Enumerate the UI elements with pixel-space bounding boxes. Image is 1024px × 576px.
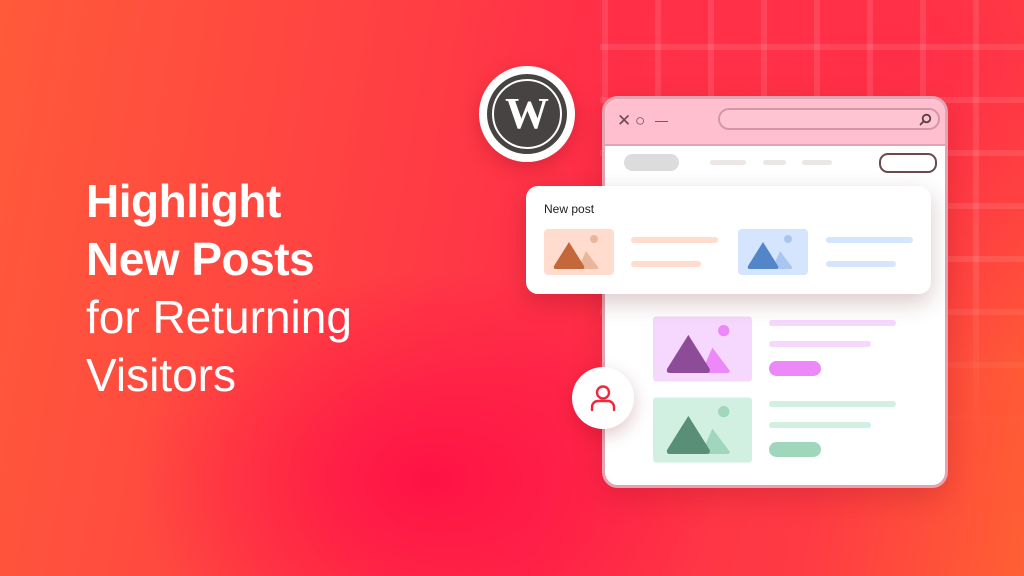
- nav-link-placeholder: [763, 160, 786, 165]
- svg-text:W: W: [505, 89, 549, 138]
- image-placeholder-icon: [653, 316, 752, 382]
- new-post-title: New post: [544, 202, 595, 216]
- image-placeholder-icon: [738, 229, 808, 275]
- close-icon[interactable]: ✕: [617, 112, 631, 129]
- new-post-card[interactable]: New post: [526, 186, 931, 294]
- text-line-placeholder: [769, 401, 896, 407]
- circle-icon[interactable]: ○: [635, 112, 645, 129]
- text-line-placeholder: [826, 261, 896, 267]
- search-icon[interactable]: [919, 113, 932, 126]
- wordpress-logo-badge: W: [479, 66, 575, 162]
- user-icon: [590, 385, 616, 412]
- nav-link-placeholder: [802, 160, 832, 165]
- headline: Highlight New Posts for Returning Visito…: [86, 172, 352, 404]
- read-more-button-placeholder[interactable]: [769, 361, 821, 376]
- post-thumbnail-orange: [544, 229, 614, 275]
- site-logo-placeholder: [624, 154, 679, 171]
- headline-line-1: Highlight: [86, 175, 281, 227]
- post-thumbnail-blue: [738, 229, 808, 275]
- nav-link-placeholder: [710, 160, 746, 165]
- text-line-placeholder: [769, 320, 896, 326]
- browser-titlebar: ✕ ○ —: [605, 99, 945, 146]
- post-thumbnail-green[interactable]: [653, 397, 752, 463]
- text-line-placeholder: [631, 237, 718, 243]
- returning-visitor-badge: [572, 367, 634, 429]
- headline-line-3: for Returning: [86, 291, 352, 343]
- image-placeholder-icon: [653, 397, 752, 463]
- address-bar[interactable]: [718, 108, 940, 130]
- nav-button-placeholder[interactable]: [879, 153, 937, 173]
- headline-line-4: Visitors: [86, 349, 236, 401]
- text-line-placeholder: [826, 237, 913, 243]
- wordpress-logo-icon: W: [487, 74, 567, 154]
- text-line-placeholder: [769, 422, 871, 428]
- read-more-button-placeholder[interactable]: [769, 442, 821, 457]
- post-thumbnail-purple[interactable]: [653, 316, 752, 382]
- image-placeholder-icon: [544, 229, 614, 275]
- text-line-placeholder: [631, 261, 701, 267]
- text-line-placeholder: [769, 341, 871, 347]
- headline-line-2: New Posts: [86, 233, 315, 285]
- minimize-icon[interactable]: —: [655, 112, 668, 129]
